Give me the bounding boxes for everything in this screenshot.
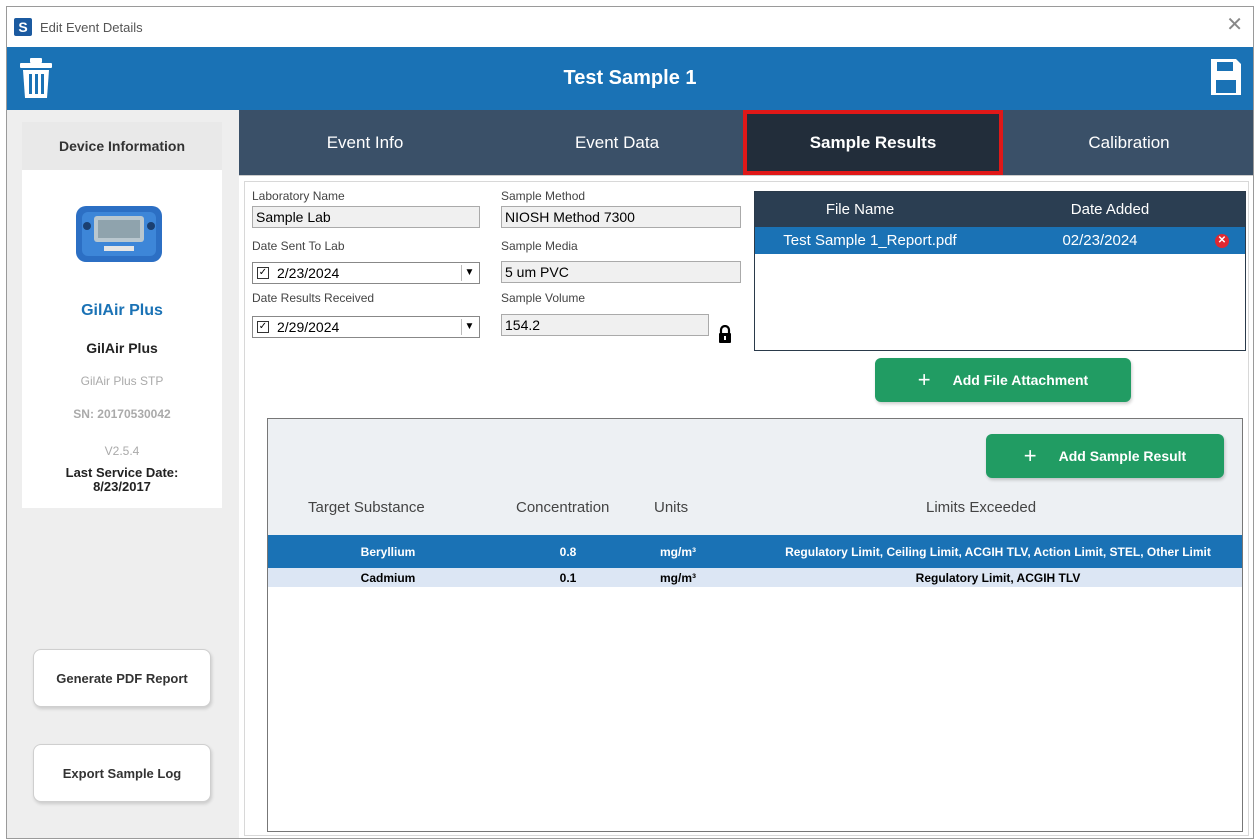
date-added-header: Date Added	[1070, 201, 1150, 218]
lab-name-label: Laboratory Name	[252, 189, 345, 203]
limits-header: Limits Exceeded	[926, 499, 1037, 516]
lock-icon[interactable]	[718, 325, 732, 343]
sidebar: Device Information GilAir Plus GilAir Pl…	[7, 110, 239, 838]
page-title: Test Sample 1	[563, 67, 697, 89]
device-name-highlight: GilAir Plus	[81, 302, 163, 319]
device-version: V2.5.4	[104, 444, 140, 458]
device-image	[76, 206, 162, 262]
sample-results-table: + Add Sample Result Target Substance Con…	[267, 418, 1243, 832]
last-service: Last Service Date: 8/23/2017	[22, 466, 222, 494]
device-info-card: Device Information GilAir Plus GilAir Pl…	[22, 122, 222, 508]
table-row[interactable]: Beryllium 0.8 mg/m³ Regulatory Limit, Ce…	[268, 535, 1242, 568]
generate-pdf-button[interactable]: Generate PDF Report	[33, 649, 211, 707]
results-empty-area	[268, 587, 1242, 831]
file-attachments-table: File Name Date Added Test Sample 1_Repor…	[754, 191, 1246, 351]
lab-name-field[interactable]: Sample Lab	[252, 206, 480, 228]
last-service-date: 8/23/2017	[93, 479, 151, 494]
file-row[interactable]: Test Sample 1_Report.pdf 02/23/2024 ✕	[755, 227, 1245, 254]
last-service-label: Last Service Date:	[65, 465, 179, 480]
tab-event-info[interactable]: Event Info	[239, 110, 491, 175]
sample-volume-field[interactable]: 154.2	[501, 314, 709, 336]
date-sent-label: Date Sent To Lab	[252, 239, 345, 253]
app-logo-icon: S	[14, 18, 32, 36]
concentration-cell: 0.1	[559, 570, 577, 585]
device-serial: SN: 20170530042	[73, 407, 171, 421]
edit-event-window: S Edit Event Details ✕ Test Sample 1 Dev…	[6, 6, 1254, 839]
date-sent-value: 2/23/2024	[277, 265, 340, 281]
concentration-header: Concentration	[516, 499, 610, 516]
panel-inner: Laboratory Name Sample Lab Date Sent To …	[244, 181, 1249, 836]
plus-icon: +	[1023, 443, 1037, 468]
add-sample-result-button[interactable]: + Add Sample Result	[986, 434, 1224, 478]
sample-media-label: Sample Media	[501, 239, 578, 253]
export-log-button[interactable]: Export Sample Log	[33, 744, 211, 802]
units-cell: mg/m³	[660, 544, 696, 559]
page-header: Test Sample 1	[7, 47, 1253, 110]
add-result-label: Add Sample Result	[1058, 448, 1187, 464]
remove-file-icon[interactable]: ✕	[1215, 233, 1229, 248]
tab-sample-results[interactable]: Sample Results	[743, 110, 1003, 175]
date-sent-checkbox[interactable]: ✓	[257, 267, 269, 279]
chevron-down-icon[interactable]: ▼	[461, 265, 477, 281]
tab-calibration[interactable]: Calibration	[1003, 110, 1253, 175]
units-cell: mg/m³	[660, 570, 696, 585]
date-sent-picker[interactable]: ✓ 2/23/2024 ▼	[252, 262, 480, 284]
chevron-down-icon[interactable]: ▼	[461, 319, 477, 335]
limits-cell: Regulatory Limit, ACGIH TLV	[915, 570, 1081, 585]
device-info-heading: Device Information	[22, 122, 222, 170]
file-table-header: File Name Date Added	[755, 192, 1245, 227]
substance-cell: Beryllium	[360, 544, 416, 559]
device-name: GilAir Plus	[86, 340, 158, 356]
trash-icon[interactable]	[19, 58, 53, 98]
tab-bar: Event Info Event Data Sample Results Cal…	[239, 110, 1253, 175]
units-header: Units	[654, 499, 689, 516]
title-bar: S Edit Event Details ✕	[7, 7, 1253, 47]
date-added-cell: 02/23/2024	[1062, 232, 1138, 249]
date-received-value: 2/29/2024	[277, 319, 340, 335]
sample-volume-label: Sample Volume	[501, 291, 586, 305]
limits-cell: Regulatory Limit, Ceiling Limit, ACGIH T…	[785, 544, 1211, 559]
file-name-header: File Name	[825, 201, 895, 218]
sample-results-panel: Laboratory Name Sample Lab Date Sent To …	[239, 175, 1253, 838]
sample-media-field[interactable]: 5 um PVC	[501, 261, 741, 283]
substance-header: Target Substance	[308, 499, 425, 516]
tab-event-data[interactable]: Event Data	[491, 110, 743, 175]
sample-method-field[interactable]: NIOSH Method 7300	[501, 206, 741, 228]
add-file-label: Add File Attachment	[952, 372, 1089, 388]
save-icon[interactable]	[1209, 57, 1243, 97]
substance-cell: Cadmium	[360, 570, 416, 585]
plus-icon: +	[917, 367, 931, 392]
file-name-cell: Test Sample 1_Report.pdf	[783, 232, 957, 249]
concentration-cell: 0.8	[559, 544, 577, 559]
close-icon[interactable]: ✕	[1226, 15, 1243, 35]
date-received-checkbox[interactable]: ✓	[257, 321, 269, 333]
window-title: Edit Event Details	[40, 19, 143, 35]
table-row[interactable]: Cadmium 0.1 mg/m³ Regulatory Limit, ACGI…	[268, 568, 1242, 587]
date-received-picker[interactable]: ✓ 2/29/2024 ▼	[252, 316, 480, 338]
date-received-label: Date Results Received	[252, 291, 375, 305]
add-file-attachment-button[interactable]: + Add File Attachment	[875, 358, 1131, 402]
sample-method-label: Sample Method	[501, 189, 586, 203]
device-model: GilAir Plus STP	[80, 374, 164, 388]
